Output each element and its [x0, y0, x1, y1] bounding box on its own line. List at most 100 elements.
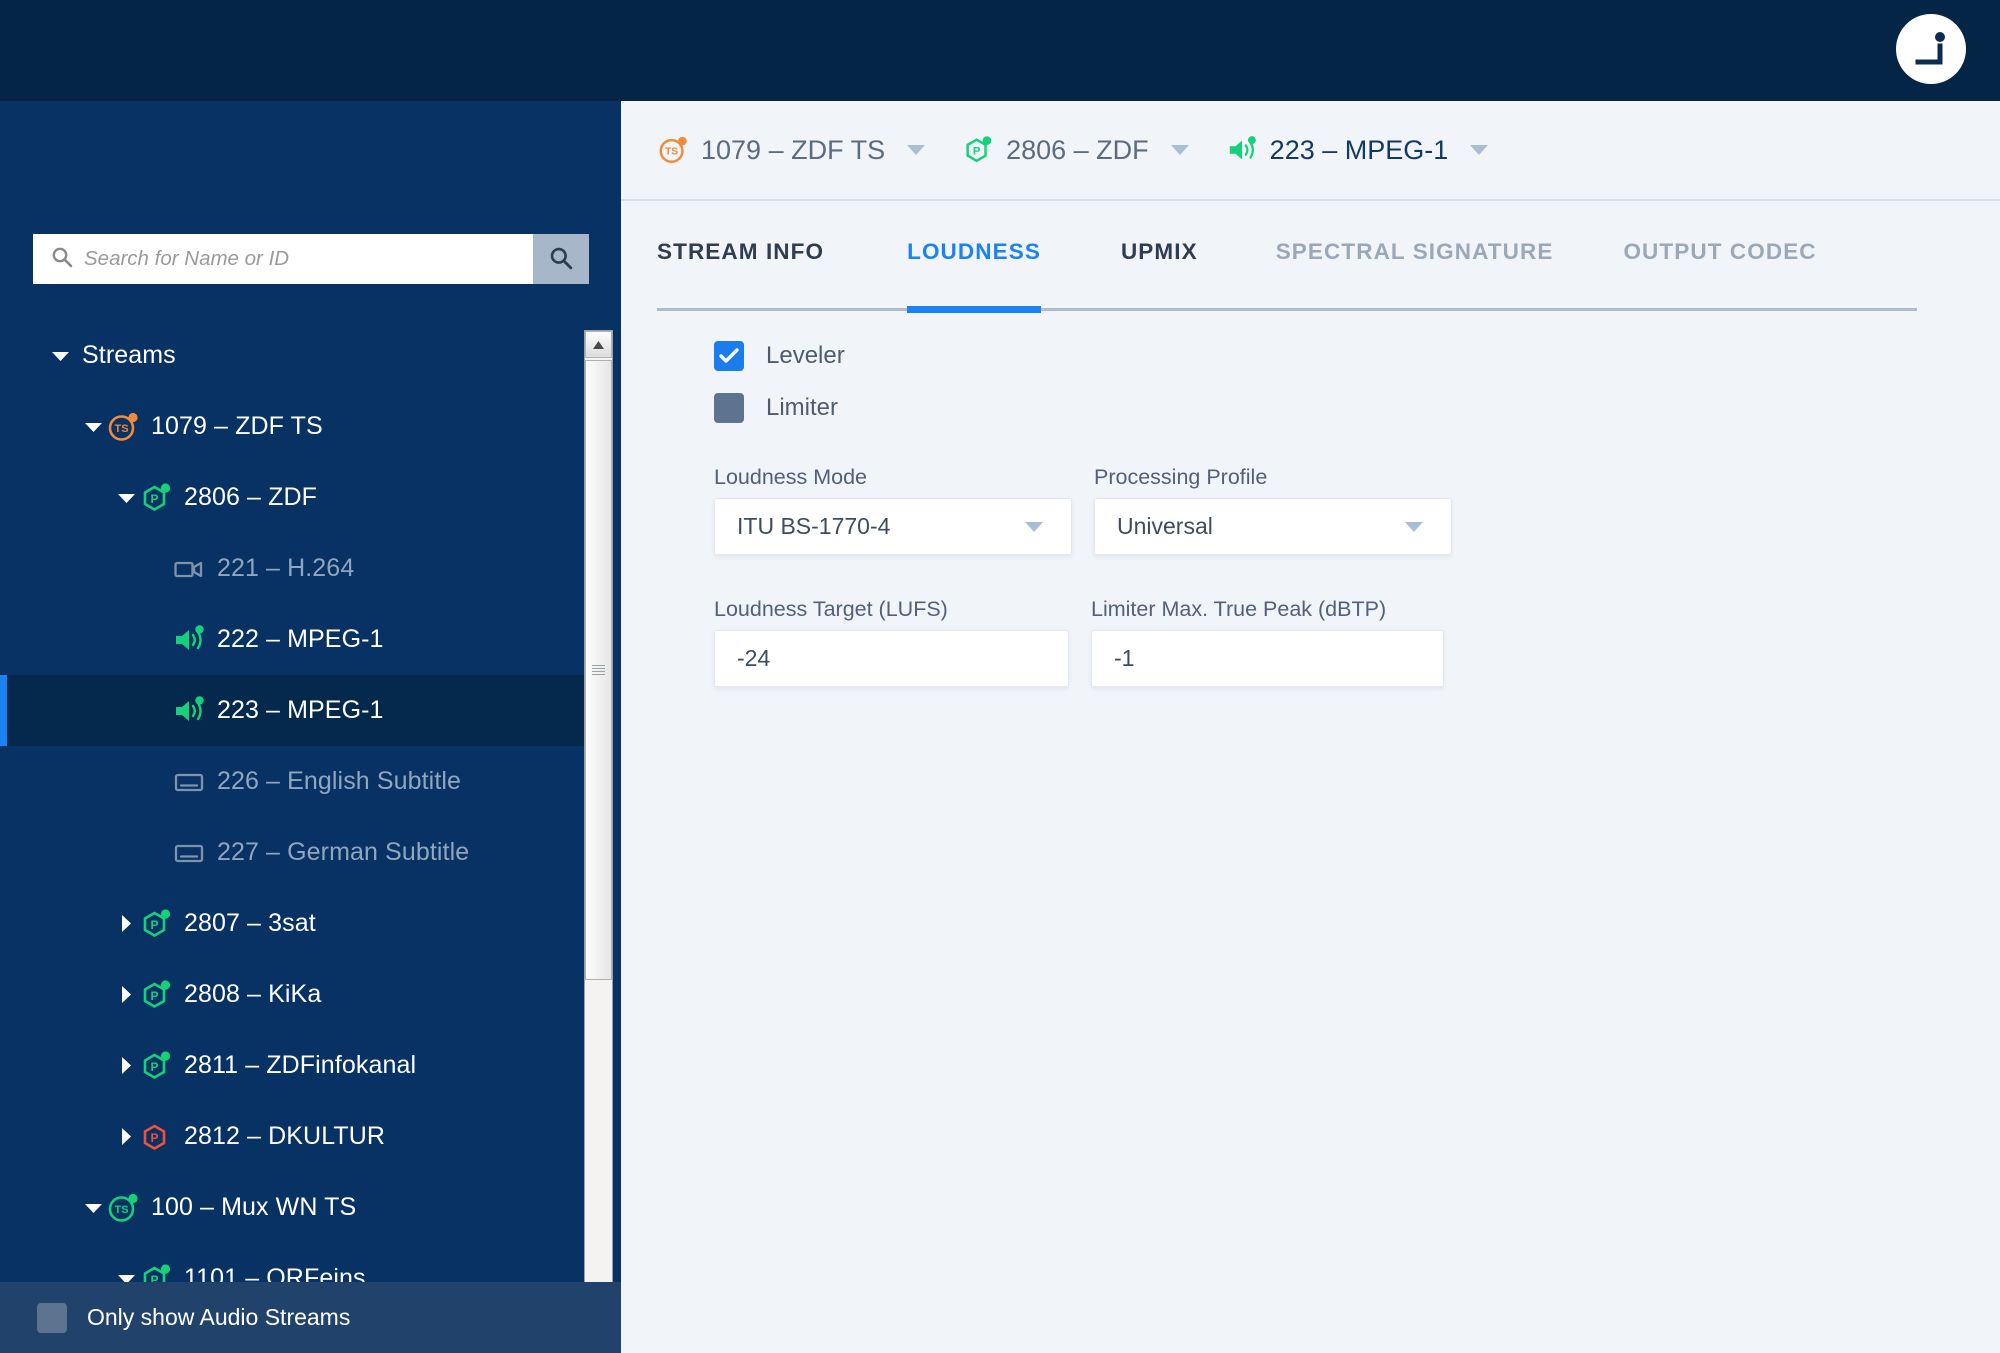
- only-audio-streams-checkbox[interactable]: [37, 1303, 67, 1333]
- tree-item-label: 2812 – DKULTUR: [184, 1122, 385, 1151]
- limiter-max-peak-group: Limiter Max. True Peak (dBTP) -1: [1091, 597, 1444, 687]
- tree-item-label: 2806 – ZDF: [184, 483, 317, 512]
- limiter-max-peak-value: -1: [1114, 645, 1134, 672]
- field-row-1: Loudness Mode ITU BS-1770-4 Processing P…: [714, 465, 2000, 555]
- chevron-down-icon[interactable]: [907, 145, 925, 155]
- loudness-target-label: Loudness Target (LUFS): [714, 597, 1069, 622]
- svg-text:TS: TS: [114, 423, 128, 435]
- tree-item-label: 2811 – ZDFinfokanal: [184, 1051, 416, 1080]
- leveler-checkbox[interactable]: [714, 341, 744, 371]
- tree-item-label: Streams: [82, 341, 176, 370]
- chevron-right-icon[interactable]: [113, 1124, 139, 1150]
- limiter-checkbox[interactable]: [714, 393, 744, 423]
- ts-orange-icon: TS: [106, 410, 140, 444]
- processing-profile-select[interactable]: Universal: [1094, 498, 1452, 555]
- limiter-max-peak-input[interactable]: -1: [1091, 630, 1444, 687]
- subtitle-icon: [172, 836, 206, 870]
- stream-tree: Streams TS 1079 – ZDF TS P 2806 – ZDF 221 – H…: [0, 320, 596, 1314]
- tree-item[interactable]: P 2806 – ZDF: [0, 462, 596, 533]
- video-icon: [172, 552, 206, 586]
- stream-sidebar: Streams TS 1079 – ZDF TS P 2806 – ZDF 221 – H…: [0, 101, 621, 1353]
- application-window: Streams TS 1079 – ZDF TS P 2806 – ZDF 221 – H…: [0, 0, 2000, 1353]
- chevron-down-icon[interactable]: [80, 414, 106, 440]
- tree-item-label: 100 – Mux WN TS: [151, 1193, 356, 1222]
- limiter-max-peak-label: Limiter Max. True Peak (dBTP): [1091, 597, 1444, 622]
- breadcrumb-item[interactable]: 223 – MPEG-1: [1225, 133, 1515, 167]
- tree-item[interactable]: 227 – German Subtitle: [0, 817, 596, 888]
- chevron-down-icon: [1025, 522, 1043, 532]
- svg-text:P: P: [150, 989, 158, 1003]
- tree-item-label: 227 – German Subtitle: [217, 838, 469, 867]
- search-field: [33, 234, 533, 284]
- processing-profile-label: Processing Profile: [1094, 465, 1452, 490]
- tab-bar-divider: [657, 308, 1917, 311]
- j-logo-icon[interactable]: [1896, 14, 1966, 84]
- chevron-right-icon[interactable]: [113, 982, 139, 1008]
- main-panel: TS 1079 – ZDF TS P2806 – ZDF 223 – MPEG-1 S…: [621, 101, 2000, 1353]
- sidebar-footer: Only show Audio Streams: [0, 1282, 621, 1353]
- breadcrumb-label: 1079 – ZDF TS: [701, 135, 885, 166]
- tab-label: UPMIX: [1121, 239, 1198, 265]
- svg-text:TS: TS: [114, 1204, 128, 1216]
- tree-item[interactable]: Streams: [0, 320, 596, 391]
- chevron-down-icon[interactable]: [1470, 145, 1488, 155]
- chevron-right-icon[interactable]: [113, 1053, 139, 1079]
- p-green-icon: P: [961, 133, 995, 167]
- audio-icon: [172, 694, 206, 728]
- tree-item[interactable]: TS 1079 – ZDF TS: [0, 391, 596, 462]
- tree-item[interactable]: 221 – H.264: [0, 533, 596, 604]
- p-red-icon: P: [139, 1120, 173, 1154]
- sidebar-scrollbar[interactable]: [584, 330, 613, 1348]
- breadcrumb-item[interactable]: TS 1079 – ZDF TS: [656, 133, 951, 167]
- leveler-row: Leveler: [714, 341, 2000, 371]
- field-row-2: Loudness Target (LUFS) -24 Limiter Max. …: [714, 597, 2000, 687]
- tree-item-label: 2808 – KiKa: [184, 980, 321, 1009]
- top-header-bar: [0, 0, 2000, 101]
- limiter-label: Limiter: [766, 394, 838, 422]
- tab-label: LOUDNESS: [907, 239, 1041, 265]
- chevron-down-icon[interactable]: [80, 1195, 106, 1221]
- scroll-up-arrow-icon[interactable]: [585, 331, 612, 358]
- tab-label: STREAM INFO: [657, 239, 824, 265]
- search-icon: [51, 246, 73, 273]
- chevron-right-icon[interactable]: [113, 911, 139, 937]
- tree-item-label: 2807 – 3sat: [184, 909, 316, 938]
- tree-item[interactable]: 222 – MPEG-1: [0, 604, 596, 675]
- svg-text:P: P: [150, 918, 158, 932]
- tree-item[interactable]: TS 100 – Mux WN TS: [0, 1172, 596, 1243]
- processing-profile-group: Processing Profile Universal: [1094, 465, 1452, 555]
- processing-profile-value: Universal: [1117, 513, 1213, 540]
- check-icon: [719, 348, 739, 364]
- chevron-down-icon[interactable]: [113, 485, 139, 511]
- chevron-down-icon[interactable]: [1171, 145, 1189, 155]
- stream-tree-region: Streams TS 1079 – ZDF TS P 2806 – ZDF 221 – H…: [0, 320, 621, 1352]
- svg-text:P: P: [150, 1060, 158, 1074]
- tree-item[interactable]: 223 – MPEG-1: [0, 675, 596, 746]
- tree-item-label: 1079 – ZDF TS: [151, 412, 323, 441]
- scrollbar-track[interactable]: [585, 358, 612, 1320]
- audio-icon: [1225, 133, 1259, 167]
- p-green-icon: P: [139, 1049, 173, 1083]
- tree-item[interactable]: 226 – English Subtitle: [0, 746, 596, 817]
- active-tab-indicator: [907, 306, 1041, 313]
- breadcrumb-item[interactable]: P2806 – ZDF: [961, 133, 1215, 167]
- loudness-form: Leveler Limiter Loudness Mode ITU BS-177…: [621, 341, 2000, 687]
- loudness-target-input[interactable]: -24: [714, 630, 1069, 687]
- svg-text:P: P: [150, 492, 158, 506]
- search-input[interactable]: [84, 247, 533, 271]
- tree-item-label: 222 – MPEG-1: [217, 625, 384, 654]
- search-button[interactable]: [533, 234, 589, 284]
- loudness-mode-group: Loudness Mode ITU BS-1770-4: [714, 465, 1072, 555]
- tree-item[interactable]: P 2808 – KiKa: [0, 959, 596, 1030]
- tree-item[interactable]: P 2807 – 3sat: [0, 888, 596, 959]
- tree-item[interactable]: P 2811 – ZDFinfokanal: [0, 1030, 596, 1101]
- scrollbar-thumb[interactable]: [585, 360, 612, 980]
- svg-text:P: P: [973, 146, 981, 158]
- chevron-down-icon[interactable]: [47, 343, 73, 369]
- tree-item[interactable]: P 2812 – DKULTUR: [0, 1101, 596, 1172]
- ts-orange-icon: TS: [656, 133, 690, 167]
- p-green-icon: P: [139, 978, 173, 1012]
- tree-item-label: 223 – MPEG-1: [217, 696, 384, 725]
- limiter-row: Limiter: [714, 393, 2000, 423]
- loudness-mode-select[interactable]: ITU BS-1770-4: [714, 498, 1072, 555]
